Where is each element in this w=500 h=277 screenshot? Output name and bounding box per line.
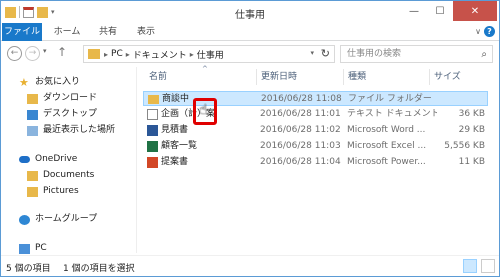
nav-item-recent-places[interactable]: 最近表示した場所 (27, 123, 115, 138)
file-name: 顧客一覧 (161, 141, 198, 151)
selection-count: 1 個の項目を選択 (63, 264, 135, 274)
minimize-button[interactable]: — (401, 1, 427, 21)
ribbon-tabs: ファイル ホーム 共有 表示 ∨ ? (1, 23, 499, 41)
back-button[interactable]: ← (7, 46, 22, 61)
documents-folder-icon (27, 170, 38, 181)
file-date: 2016/06/28 11:02 (260, 125, 341, 135)
address-folder-icon (88, 49, 100, 59)
column-divider[interactable] (256, 69, 257, 85)
help-icon[interactable]: ? (484, 26, 495, 37)
file-type: Microsoft Word ... (347, 125, 426, 135)
column-header-size[interactable]: サイズ (434, 67, 461, 87)
up-button[interactable]: ↑ (57, 45, 67, 59)
nav-item-downloads[interactable]: ダウンロード (27, 91, 97, 106)
file-name: 見積書 (161, 125, 189, 135)
column-header-date[interactable]: 更新日時 (261, 67, 297, 87)
nav-label: Documents (43, 170, 95, 180)
column-divider[interactable] (429, 69, 430, 85)
file-date: 2016/06/28 11:04 (260, 157, 341, 167)
breadcrumb-work[interactable]: 仕事用 (197, 48, 224, 61)
column-header-name[interactable]: 名前 (149, 67, 167, 87)
maximize-button[interactable]: ☐ (427, 1, 453, 21)
column-header-type[interactable]: 種類 (348, 67, 366, 87)
nav-item-onedrive[interactable]: OneDrive (19, 152, 77, 167)
nav-item-pc[interactable]: PC (19, 241, 47, 256)
file-size: 11 KB (458, 157, 485, 167)
nav-label: デスクトップ (43, 109, 98, 119)
nav-label: お気に入り (35, 77, 81, 87)
folder-icon (148, 95, 159, 104)
tab-file[interactable]: ファイル (2, 23, 42, 41)
file-row[interactable]: 提案書 2016/06/28 11:04 Microsoft Power... … (143, 155, 488, 170)
nav-item-homegroup[interactable]: ホームグループ (19, 212, 97, 227)
large-icons-view-icon[interactable] (481, 259, 495, 273)
address-dropdown-icon[interactable]: ▾ (310, 49, 314, 57)
close-button[interactable]: ✕ (453, 1, 497, 21)
file-type: ファイル フォルダー (348, 94, 432, 104)
tab-share[interactable]: 共有 (93, 23, 123, 41)
nav-item-documents[interactable]: Documents (27, 168, 94, 183)
homegroup-icon (19, 214, 30, 225)
pictures-folder-icon (27, 186, 38, 197)
computer-icon (19, 243, 30, 254)
file-type: Microsoft Power... (347, 157, 426, 167)
explorer-window: ▾ 仕事用 — ☐ ✕ ファイル ホーム 共有 表示 ∨ ? ← → ▾ ↑ ▸… (0, 0, 500, 277)
desktop-icon (27, 109, 38, 120)
nav-item-desktop[interactable]: デスクトップ (27, 107, 97, 122)
breadcrumb-separator: ▸ (189, 49, 194, 59)
expand-ribbon-icon[interactable]: ∨ (475, 27, 481, 36)
breadcrumb-documents[interactable]: ドキュメント (133, 48, 187, 61)
status-bar: 5 個の項目 1 個の項目を選択 (1, 255, 499, 276)
navigation-pane: ★ お気に入り ダウンロード デスクトップ 最近表示した場所 OneDrive … (1, 67, 137, 256)
nav-label: ダウンロード (43, 93, 98, 103)
breadcrumb-pc[interactable]: PC (111, 49, 123, 59)
star-icon: ★ (19, 75, 29, 89)
text-file-icon (147, 109, 158, 120)
file-date: 2016/06/28 11:01 (260, 109, 341, 119)
search-icon[interactable]: ⌕ (481, 47, 487, 63)
downloads-folder-icon (27, 93, 38, 104)
title-bar: ▾ 仕事用 — ☐ ✕ (1, 1, 499, 23)
file-date: 2016/06/28 11:08 (261, 94, 342, 104)
breadcrumb-separator: ▸ (125, 49, 130, 59)
column-divider[interactable] (343, 69, 344, 85)
forward-button[interactable]: → (25, 46, 40, 61)
nav-label: PC (35, 243, 47, 253)
file-size: 29 KB (458, 125, 485, 135)
item-count: 5 個の項目 (6, 264, 51, 274)
file-type: テキスト ドキュメント (347, 109, 437, 119)
excel-file-icon (147, 141, 158, 152)
file-date: 2016/06/28 11:03 (260, 141, 341, 151)
recent-places-icon (27, 125, 38, 136)
search-placeholder: 仕事用の検索 (347, 49, 402, 59)
file-type: Microsoft Excel ... (347, 141, 427, 151)
cloud-icon (19, 156, 30, 163)
nav-label: ホームグループ (35, 214, 98, 224)
mouse-pointer-icon: ☝ (199, 102, 208, 118)
nav-item-favorites[interactable]: ★ お気に入り (19, 75, 80, 90)
nav-label: OneDrive (35, 154, 78, 164)
navigation-bar: ← → ▾ ↑ ▸ PC ▸ ドキュメント ▸ 仕事用 ▾ ↻ 仕事用の検索 ⌕ (1, 42, 499, 65)
window-controls: — ☐ ✕ (401, 1, 497, 21)
tab-view[interactable]: 表示 (131, 23, 161, 41)
recent-locations-dropdown-icon[interactable]: ▾ (43, 47, 47, 55)
nav-item-pictures[interactable]: Pictures (27, 184, 79, 199)
file-row[interactable]: 見積書 2016/06/28 11:02 Microsoft Word ... … (143, 123, 488, 138)
tab-home[interactable]: ホーム (49, 23, 85, 41)
details-view-icon[interactable] (463, 259, 477, 273)
nav-label: Pictures (43, 186, 79, 196)
nav-label: 最近表示した場所 (43, 125, 116, 135)
powerpoint-file-icon (147, 157, 158, 168)
word-file-icon (147, 125, 158, 136)
search-input[interactable]: 仕事用の検索 ⌕ (340, 45, 493, 63)
address-bar[interactable]: ▸ PC ▸ ドキュメント ▸ 仕事用 ▾ ↻ (83, 45, 335, 63)
sort-ascending-icon: ^ (202, 65, 208, 73)
file-name: 提案書 (161, 157, 189, 167)
breadcrumb-separator: ▸ (104, 49, 109, 59)
file-size: 36 KB (458, 109, 485, 119)
refresh-icon[interactable]: ↻ (321, 47, 330, 60)
file-size: 5,556 KB (444, 141, 485, 151)
file-row[interactable]: 顧客一覧 2016/06/28 11:03 Microsoft Excel ..… (143, 139, 488, 154)
